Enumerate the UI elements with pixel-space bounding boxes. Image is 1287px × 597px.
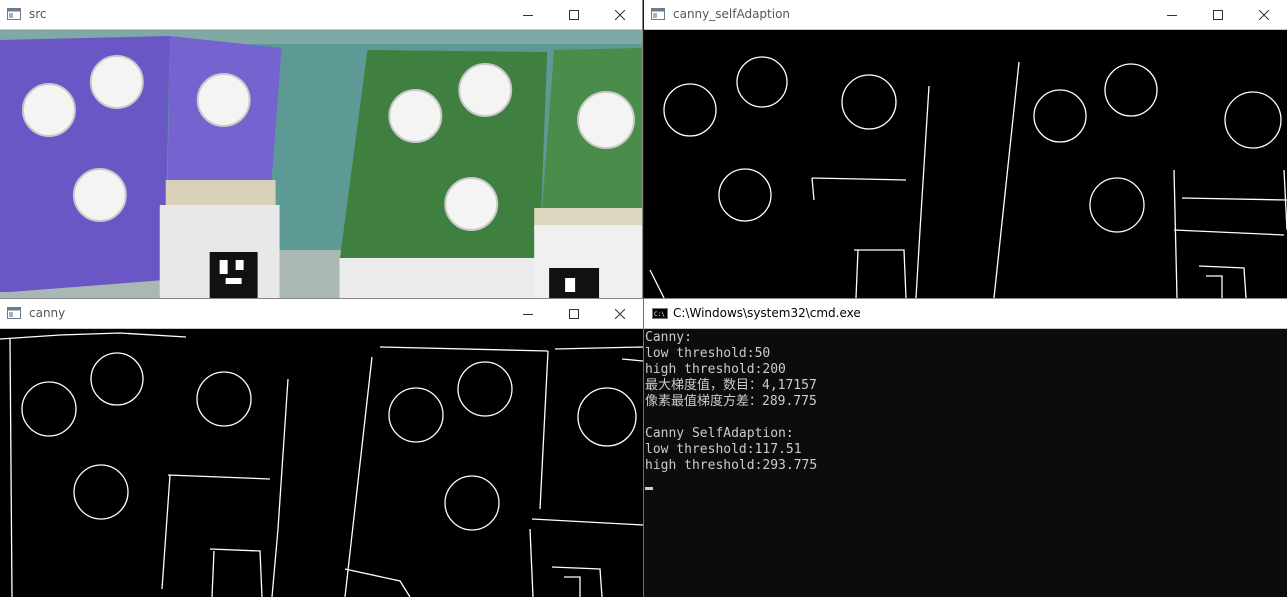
console-output: Canny: low threshold:50 high threshold:2… [645,330,1287,597]
cmd-window[interactable]: C:\ C:\Windows\system32\cmd.exe Canny: l… [644,298,1287,597]
minimize-button[interactable] [505,299,551,329]
canny-selfadaption-image [644,30,1287,298]
app-window-icon [7,307,21,319]
console-line: high threshold:293.775 [645,458,818,473]
canny-window[interactable]: canny [0,298,644,597]
selfadapt-titlebar[interactable]: canny_selfAdaption [644,0,1287,30]
console-line: Canny: [645,330,692,345]
console-line: low threshold:50 [645,346,771,361]
console-cursor [645,487,653,490]
console-line: 最大梯度值，数目：4,17157 [645,378,817,393]
canny-image [0,329,643,597]
console-area[interactable]: Canny: low threshold:50 high threshold:2… [644,329,1287,597]
src-titlebar[interactable]: src [0,0,642,30]
cmd-console-icon: C:\ [652,308,668,319]
console-line: low threshold:117.51 [645,442,802,457]
minimize-icon [523,314,533,315]
minimize-icon [1167,15,1177,16]
window-title: canny [29,306,66,320]
window-title: C:\Windows\system32\cmd.exe [673,306,861,320]
canny-titlebar[interactable]: canny [0,299,643,329]
console-line: Canny SelfAdaption: [645,426,794,441]
close-icon [1259,10,1269,20]
minimize-button[interactable] [505,0,551,30]
maximize-button[interactable] [1195,0,1241,30]
cmd-icon-label: C:\ [654,311,665,318]
close-button[interactable] [1241,0,1287,30]
console-line: 像素最值梯度方差：289.775 [645,394,817,409]
close-icon [615,309,625,319]
app-window-icon [651,8,665,20]
maximize-icon [569,309,579,319]
src-image [0,30,642,298]
app-window-icon [7,8,21,20]
console-line: high threshold:200 [645,362,786,377]
canny-selfadaption-window[interactable]: canny_selfAdaption [644,0,1287,298]
minimize-button[interactable] [1149,0,1195,30]
minimize-icon [523,15,533,16]
window-title: canny_selfAdaption [673,7,791,21]
src-window[interactable]: src [0,0,643,298]
window-title: src [29,7,47,21]
close-button[interactable] [597,299,643,329]
maximize-icon [1213,10,1223,20]
close-icon [615,10,625,20]
maximize-button[interactable] [551,299,597,329]
close-button[interactable] [597,0,642,30]
cmd-titlebar[interactable]: C:\ C:\Windows\system32\cmd.exe [644,299,1287,329]
maximize-icon [569,10,579,20]
maximize-button[interactable] [551,0,597,30]
